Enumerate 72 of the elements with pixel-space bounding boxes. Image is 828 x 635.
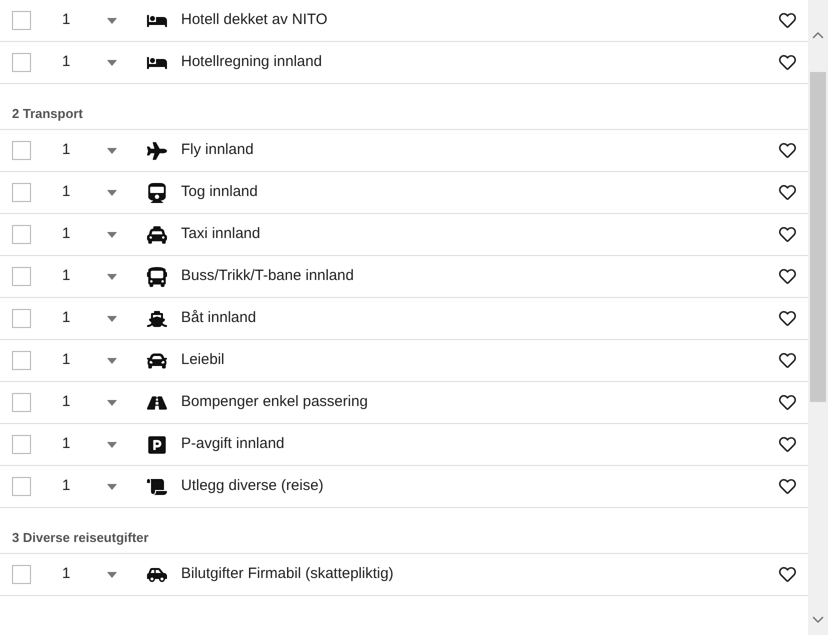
expense-label[interactable]: Bompenger enkel passering: [181, 391, 779, 414]
checkbox[interactable]: [12, 11, 31, 30]
quantity: 1: [62, 392, 72, 412]
checkbox[interactable]: [12, 393, 31, 412]
favorite-icon[interactable]: [779, 54, 796, 71]
quantity: 1: [62, 434, 72, 454]
checkbox[interactable]: [12, 565, 31, 584]
expense-label[interactable]: Taxi innland: [181, 223, 779, 246]
caret-icon[interactable]: [107, 442, 117, 448]
expense-label[interactable]: Tog innland: [181, 181, 779, 204]
checkbox[interactable]: [12, 351, 31, 370]
favorite-icon[interactable]: [779, 394, 796, 411]
expense-label[interactable]: P-avgift innland: [181, 433, 779, 456]
caret-icon[interactable]: [107, 148, 117, 154]
parking-icon: [147, 434, 167, 454]
checkbox[interactable]: [12, 267, 31, 286]
scroll-icon: [147, 476, 167, 496]
taxi-icon: [147, 224, 167, 244]
expense-label[interactable]: Bilutgifter Firmabil (skattepliktig): [181, 563, 779, 586]
checkbox[interactable]: [12, 435, 31, 454]
quantity: 1: [62, 564, 72, 584]
bus-icon: [147, 266, 167, 286]
ship-icon: [147, 308, 167, 328]
expense-label[interactable]: Båt innland: [181, 307, 779, 330]
expense-label[interactable]: Utlegg diverse (reise): [181, 475, 779, 498]
caret-icon[interactable]: [107, 572, 117, 578]
car-icon: [147, 350, 167, 370]
checkbox[interactable]: [12, 477, 31, 496]
caret-icon[interactable]: [107, 274, 117, 280]
quantity: 1: [62, 52, 72, 72]
section-heading: 2 Transport: [12, 104, 83, 123]
airplane-icon: [147, 140, 167, 160]
quantity: 1: [62, 476, 72, 496]
quantity: 1: [62, 224, 72, 244]
caret-icon[interactable]: [107, 484, 117, 490]
quantity: 1: [62, 266, 72, 286]
caret-icon[interactable]: [107, 232, 117, 238]
caret-icon[interactable]: [107, 358, 117, 364]
favorite-icon[interactable]: [779, 142, 796, 159]
section-heading: 3 Diverse reiseutgifter: [12, 528, 149, 547]
quantity: 1: [62, 182, 72, 202]
caret-icon[interactable]: [107, 400, 117, 406]
checkbox[interactable]: [12, 141, 31, 160]
favorite-icon[interactable]: [779, 566, 796, 583]
caret-icon[interactable]: [107, 18, 117, 24]
expense-label[interactable]: Leiebil: [181, 349, 779, 372]
favorite-icon[interactable]: [779, 12, 796, 29]
checkbox[interactable]: [12, 183, 31, 202]
quantity: 1: [62, 350, 72, 370]
favorite-icon[interactable]: [779, 478, 796, 495]
expense-label[interactable]: Fly innland: [181, 139, 779, 162]
caret-icon[interactable]: [107, 316, 117, 322]
checkbox[interactable]: [12, 53, 31, 72]
scrollbar-thumb[interactable]: [810, 72, 826, 402]
favorite-icon[interactable]: [779, 184, 796, 201]
favorite-icon[interactable]: [779, 268, 796, 285]
favorite-icon[interactable]: [779, 436, 796, 453]
caret-icon[interactable]: [107, 60, 117, 66]
favorite-icon[interactable]: [779, 352, 796, 369]
favorite-icon[interactable]: [779, 226, 796, 243]
expense-label[interactable]: Buss/Trikk/T-bane innland: [181, 265, 779, 288]
expense-label[interactable]: Hotell dekket av NITO: [181, 9, 779, 32]
quantity: 1: [62, 308, 72, 328]
train-icon: [147, 182, 167, 202]
quantity: 1: [62, 140, 72, 160]
expense-label[interactable]: Hotellregning innland: [181, 51, 779, 74]
quantity: 1: [62, 10, 72, 30]
checkbox[interactable]: [12, 225, 31, 244]
checkbox[interactable]: [12, 309, 31, 328]
scrollbar[interactable]: [808, 0, 828, 635]
favorite-icon[interactable]: [779, 310, 796, 327]
caret-icon[interactable]: [107, 190, 117, 196]
